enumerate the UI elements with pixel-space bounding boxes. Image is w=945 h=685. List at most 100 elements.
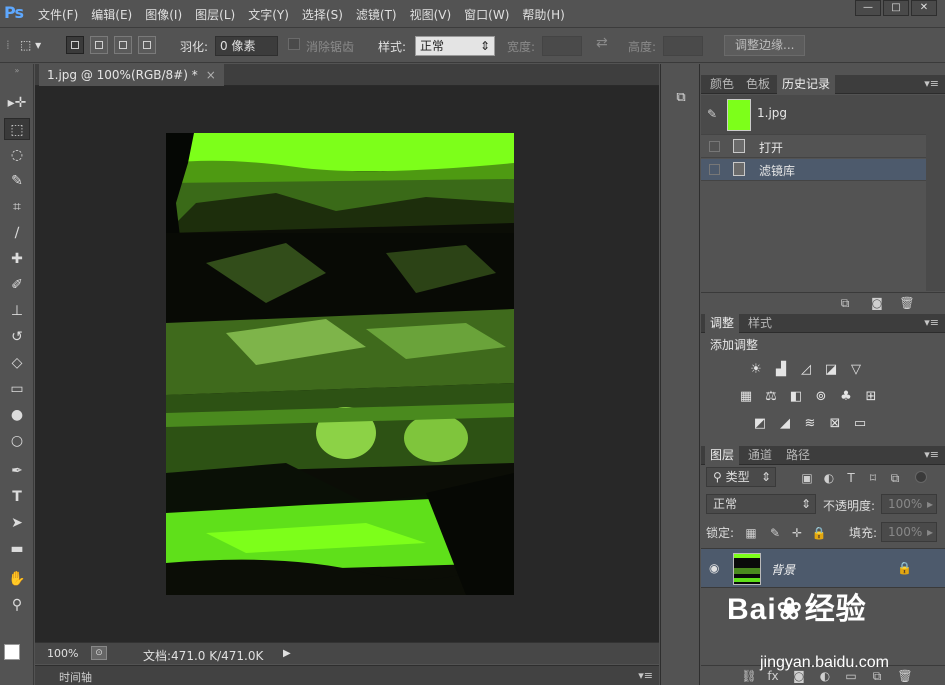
width-input[interactable] <box>542 36 582 56</box>
dodge-tool-icon[interactable]: ○ <box>4 430 30 452</box>
dock-panel-icon[interactable]: ⧉ <box>673 90 689 106</box>
levels-icon[interactable]: ▟ <box>772 362 790 378</box>
tab-styles[interactable]: 样式 <box>743 314 777 333</box>
photo-filter-icon[interactable]: ⊚ <box>812 389 830 405</box>
brush-tool-icon[interactable]: ✐ <box>4 274 30 296</box>
opacity-input[interactable]: 100% ▸ <box>881 494 937 514</box>
layer-filter-select[interactable]: ⚲ 类型 ⇕ <box>706 467 776 487</box>
layer-row-background[interactable]: ◉ 背景 🔒 <box>701 548 945 588</box>
history-source-checkbox[interactable] <box>709 141 720 152</box>
history-snapshot-row[interactable]: ✎ 1.jpg <box>701 95 926 135</box>
color-lookup-icon[interactable]: ⊞ <box>862 389 880 405</box>
black-white-icon[interactable]: ◧ <box>787 389 805 405</box>
menu-layer[interactable]: 图层(L) <box>195 6 235 23</box>
tab-swatches[interactable]: 色板 <box>741 75 775 94</box>
lock-pixels-icon[interactable]: ✎ <box>767 526 783 540</box>
brightness-icon[interactable]: ☀ <box>747 362 765 378</box>
menu-file[interactable]: 文件(F) <box>38 6 78 23</box>
panel-menu-icon[interactable]: ▾≡ <box>924 77 939 90</box>
history-brush-icon[interactable]: ✎ <box>707 107 717 121</box>
tab-adjustments[interactable]: 调整 <box>705 314 740 333</box>
lock-position-icon[interactable]: ✛ <box>789 526 805 540</box>
collapse-icon[interactable]: » <box>4 66 30 76</box>
add-selection-icon[interactable] <box>90 36 108 54</box>
menu-select[interactable]: 选择(S) <box>302 6 343 23</box>
feather-input[interactable]: 0 像素 <box>215 36 278 56</box>
move-tool-icon[interactable]: ▸✛ <box>4 92 30 114</box>
close-button[interactable]: ✕ <box>911 0 937 16</box>
height-input[interactable] <box>663 36 703 56</box>
history-scrollbar[interactable] <box>926 95 945 291</box>
lasso-tool-icon[interactable]: ◌ <box>4 144 30 166</box>
tab-history[interactable]: 历史记录 <box>777 75 836 94</box>
panel-menu-icon[interactable]: ▾≡ <box>638 669 653 682</box>
blend-mode-select[interactable]: 正常 ⇕ <box>706 494 816 514</box>
menu-window[interactable]: 窗口(W) <box>464 6 509 23</box>
tab-paths[interactable]: 路径 <box>781 446 815 465</box>
selective-color-icon[interactable]: ⊠ <box>826 416 844 432</box>
fill-input[interactable]: 100% ▸ <box>881 522 937 542</box>
close-icon[interactable]: × <box>206 68 216 82</box>
panel-menu-icon[interactable]: ▾≡ <box>924 448 939 461</box>
lock-all-icon[interactable]: 🔒 <box>811 526 827 540</box>
menu-filter[interactable]: 滤镜(T) <box>356 6 397 23</box>
intersect-selection-icon[interactable] <box>138 36 156 54</box>
subtract-selection-icon[interactable] <box>114 36 132 54</box>
new-document-from-state-icon[interactable]: ⧉ <box>837 296 853 310</box>
status-options-icon[interactable]: ⊙ <box>91 646 107 660</box>
rectangle-tool-icon[interactable]: ▬ <box>4 538 30 560</box>
menu-edit[interactable]: 编辑(E) <box>91 6 132 23</box>
camera-icon[interactable]: ◙ <box>869 296 885 310</box>
zoom-tool-icon[interactable]: ⚲ <box>4 594 30 616</box>
eyedropper-tool-icon[interactable]: ∕ <box>4 222 30 244</box>
history-item-selected[interactable]: 滤镜库 <box>701 159 926 181</box>
menu-help[interactable]: 帮助(H) <box>522 6 564 23</box>
quick-select-tool-icon[interactable]: ✎ <box>4 170 30 192</box>
filter-pixel-icon[interactable]: ▣ <box>799 471 815 485</box>
menu-type[interactable]: 文字(Y) <box>248 6 289 23</box>
filter-toggle[interactable] <box>915 471 927 483</box>
channel-mixer-icon[interactable]: ♣ <box>837 389 855 405</box>
menu-image[interactable]: 图像(I) <box>145 6 182 23</box>
tab-channels[interactable]: 通道 <box>743 446 777 465</box>
lock-transparent-icon[interactable]: ▦ <box>743 526 759 540</box>
antialias-checkbox[interactable] <box>288 38 300 50</box>
timeline-label[interactable]: 时间轴 <box>59 669 92 685</box>
play-arrow-icon[interactable]: ▶ <box>283 648 291 659</box>
filter-smart-icon[interactable]: ⧉ <box>887 471 903 485</box>
link-layers-icon[interactable]: ⛓ <box>741 669 757 683</box>
menu-view[interactable]: 视图(V) <box>410 6 452 23</box>
zoom-level[interactable]: 100% <box>47 647 78 660</box>
gradient-map-icon[interactable]: ▭ <box>851 416 869 432</box>
swap-icon[interactable]: ⇄ <box>596 35 608 51</box>
tab-color[interactable]: 颜色 <box>705 75 739 94</box>
tab-layers[interactable]: 图层 <box>705 446 740 465</box>
rect-marquee-tool-icon[interactable]: ⬚ <box>4 118 30 140</box>
minimize-button[interactable]: — <box>855 0 881 16</box>
hand-tool-icon[interactable]: ✋ <box>4 568 30 590</box>
history-item[interactable]: 打开 <box>701 136 926 158</box>
style-select[interactable]: 正常 ⇕ <box>415 36 495 56</box>
exposure-icon[interactable]: ◪ <box>822 362 840 378</box>
refine-edge-button[interactable]: 调整边缘... <box>724 35 806 56</box>
crop-tool-icon[interactable]: ⌗ <box>4 196 30 218</box>
blur-tool-icon[interactable]: ● <box>4 404 30 426</box>
document-tab[interactable]: 1.jpg @ 100%(RGB/8#) * × <box>39 64 224 86</box>
healing-brush-tool-icon[interactable]: ✚ <box>4 248 30 270</box>
foreground-color-swatch[interactable] <box>4 644 20 660</box>
posterize-icon[interactable]: ◢ <box>776 416 794 432</box>
threshold-icon[interactable]: ≋ <box>801 416 819 432</box>
eraser-tool-icon[interactable]: ◇ <box>4 352 30 374</box>
trash-icon[interactable]: 🗑 <box>897 669 913 683</box>
panel-menu-icon[interactable]: ▾≡ <box>924 316 939 329</box>
hue-saturation-icon[interactable]: ▦ <box>737 389 755 405</box>
gradient-tool-icon[interactable]: ▭ <box>4 378 30 400</box>
invert-icon[interactable]: ◩ <box>751 416 769 432</box>
canvas-image[interactable] <box>166 133 514 595</box>
history-brush-tool-icon[interactable]: ↺ <box>4 326 30 348</box>
history-source-checkbox[interactable] <box>709 164 720 175</box>
vibrance-icon[interactable]: ▽ <box>847 362 865 378</box>
path-select-tool-icon[interactable]: ➤ <box>4 512 30 534</box>
filter-type-icon[interactable]: T <box>843 471 859 485</box>
trash-icon[interactable]: 🗑 <box>899 296 915 310</box>
